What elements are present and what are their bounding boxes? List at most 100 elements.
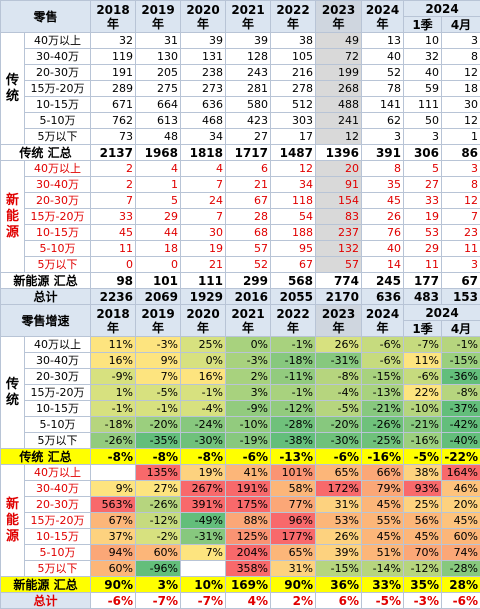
value-cell: 39% [316, 545, 362, 561]
group-label: 传统 [1, 337, 25, 449]
total-value: -6% [91, 593, 136, 609]
row-label: 15万-20万 [25, 81, 91, 97]
value-cell: 57 [316, 257, 362, 273]
table-row: 15万-20万67%-12%-49%88%96%53%55%56%45% [1, 513, 480, 529]
table-row: 30-40万1191301311281057240328 [1, 49, 480, 65]
value-cell: 671 [91, 97, 136, 113]
value-cell: -6% [362, 353, 404, 369]
value-cell: 11% [404, 353, 442, 369]
sum-value: 101 [136, 273, 181, 289]
sum-value: 1968 [136, 145, 181, 161]
value-cell: -18% [91, 417, 136, 433]
value-cell: 8 [442, 49, 480, 65]
sum-value: 1717 [226, 145, 271, 161]
value-cell: 40 [362, 241, 404, 257]
table-row: 20-30万752467118154453312 [1, 193, 480, 209]
total-value: 2170 [316, 289, 362, 305]
header-sub: 4月 [442, 321, 480, 337]
value-cell: -8% [442, 385, 480, 401]
total-value: 153 [442, 289, 480, 305]
value-cell: 46% [442, 481, 480, 497]
value-cell: -1% [136, 401, 181, 417]
value-cell: 7 [181, 209, 226, 225]
sum-value: 177 [404, 273, 442, 289]
value-cell: 60% [442, 529, 480, 545]
sum-label: 传统 汇总 [1, 449, 91, 465]
value-cell: 9% [136, 353, 181, 369]
value-cell: 0% [181, 353, 226, 369]
value-cell: 2 [91, 177, 136, 193]
table-row: 30-40万21721349135278 [1, 177, 480, 193]
value-cell: 12 [442, 193, 480, 209]
value-cell: 172% [316, 481, 362, 497]
value-cell: -20% [316, 417, 362, 433]
table-row: 传统40万以上32313939384913103 [1, 33, 480, 49]
value-cell: 45% [362, 529, 404, 545]
sum-value: -22% [442, 449, 480, 465]
value-cell: 278 [271, 81, 316, 97]
value-cell: 164% [442, 465, 480, 481]
value-cell: 38% [404, 465, 442, 481]
sum-value: -6% [226, 449, 271, 465]
value-cell: 24 [181, 193, 226, 209]
value-cell: 488 [316, 97, 362, 113]
value-cell: 91 [316, 177, 362, 193]
value-cell: 21 [226, 177, 271, 193]
value-cell: 27 [226, 129, 271, 145]
value-cell: 7% [181, 545, 226, 561]
value-cell: 45% [442, 513, 480, 529]
value-cell: 34 [271, 177, 316, 193]
value-cell: 31% [316, 497, 362, 513]
value-cell: 3 [362, 129, 404, 145]
value-cell: -9% [226, 401, 271, 417]
value-cell: 512 [271, 97, 316, 113]
value-cell: 55% [362, 513, 404, 529]
header-sub: 1季 [404, 17, 442, 33]
value-cell: 48 [136, 129, 181, 145]
value-cell: -1% [442, 337, 480, 353]
header-year: 2022年 [271, 1, 316, 33]
value-cell: 27 [404, 177, 442, 193]
value-cell: -1% [181, 385, 226, 401]
value-cell: 101% [271, 465, 316, 481]
value-cell: 73 [91, 129, 136, 145]
value-cell: -6% [362, 337, 404, 353]
table-row: 5万以下734834271712331 [1, 129, 480, 145]
table-row: 20-30万563%-26%391%175%77%31%45%25%20% [1, 497, 480, 513]
sum-value: 90% [271, 577, 316, 593]
value-cell: 111 [404, 97, 442, 113]
total-value: -6% [442, 593, 480, 609]
header-year: 2020年 [181, 1, 226, 33]
total-row: 总计-6%-7%-7%4%2%6%-5%-3%-6% [1, 593, 480, 609]
value-cell: 468 [181, 113, 226, 129]
value-cell: 10 [404, 33, 442, 49]
value-cell: 45% [404, 529, 442, 545]
value-cell: -30% [181, 433, 226, 449]
value-cell: 95 [271, 241, 316, 257]
value-cell: 6 [226, 161, 271, 177]
value-cell: 21 [181, 257, 226, 273]
value-cell: 664 [136, 97, 181, 113]
value-cell: 52 [362, 65, 404, 81]
header-year: 2021年 [226, 1, 271, 33]
value-cell: 273 [181, 81, 226, 97]
value-cell: 12 [271, 161, 316, 177]
value-cell: 135% [136, 465, 181, 481]
header-year: 2019年 [136, 1, 181, 33]
value-cell: -24% [181, 417, 226, 433]
value-cell: -13% [362, 385, 404, 401]
row-label: 30-40万 [25, 49, 91, 65]
value-cell: -12% [136, 513, 181, 529]
value-cell: -12% [271, 401, 316, 417]
value-cell: -21% [362, 401, 404, 417]
value-cell: 7 [91, 193, 136, 209]
value-cell: 0% [226, 337, 271, 353]
value-cell: 11 [91, 241, 136, 257]
sum-value: -5% [404, 449, 442, 465]
value-cell: 8 [442, 177, 480, 193]
value-cell: -9% [91, 369, 136, 385]
value-cell: 268 [316, 81, 362, 97]
value-cell: 33 [404, 193, 442, 209]
sum-value: 3% [136, 577, 181, 593]
value-cell: -14% [362, 561, 404, 577]
